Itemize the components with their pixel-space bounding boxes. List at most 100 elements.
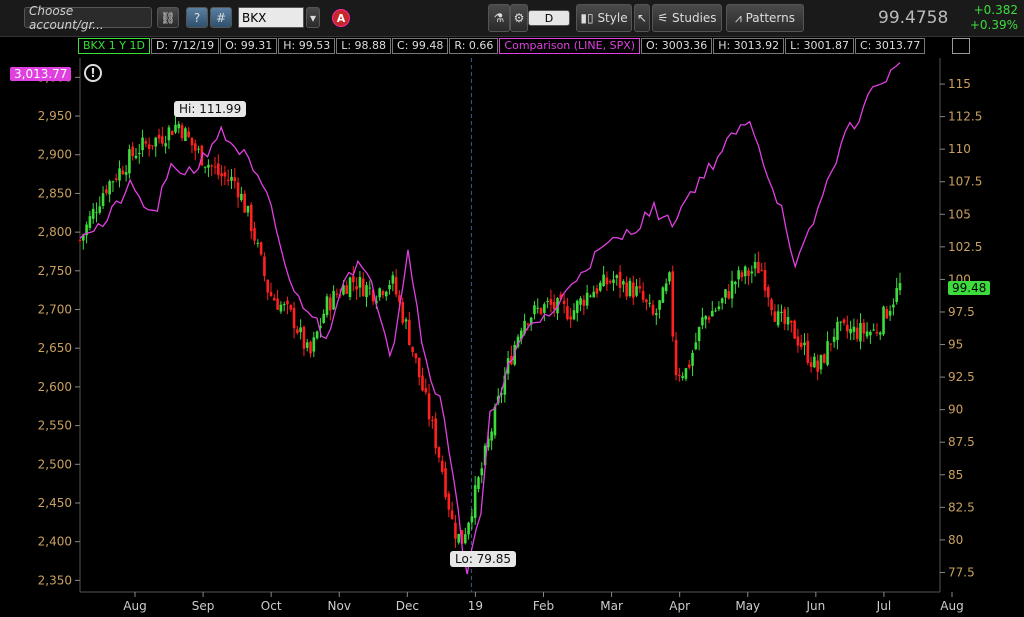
candle-body (664, 283, 668, 292)
x-tick-label: Apr (669, 599, 690, 613)
candle-body (276, 298, 279, 310)
x-tick-label: May (735, 599, 760, 613)
candle-body (790, 320, 793, 323)
candle-body (819, 355, 823, 370)
x-tick-label: Feb (533, 599, 554, 613)
candle-body (272, 298, 276, 301)
candle-body (378, 288, 381, 298)
candle-body (694, 342, 698, 350)
candle-body (480, 468, 484, 476)
candle-body (309, 341, 312, 354)
candle-body (539, 307, 543, 315)
candle-body (836, 321, 839, 340)
candle-body (361, 278, 365, 297)
candle-body (444, 468, 447, 498)
candle-body (878, 332, 882, 335)
candle-body (648, 302, 652, 304)
candle-body (253, 228, 256, 241)
candle-body (259, 242, 263, 255)
candle-body (124, 172, 128, 175)
x-tick-label: Sep (192, 599, 215, 613)
candle-body (95, 212, 98, 214)
candle-body (91, 208, 95, 219)
candle-body (602, 274, 605, 287)
candle-body (240, 193, 243, 201)
candle-body (855, 327, 859, 340)
candle-body (671, 271, 675, 337)
candle-body (128, 149, 131, 174)
candle-body (296, 329, 299, 334)
candle-body (137, 152, 141, 154)
x-tick-label: Jun (805, 599, 825, 613)
left-tick-label: 2,450 (38, 496, 72, 510)
candle-body (552, 301, 556, 310)
candle-body (434, 418, 437, 449)
candle-body (108, 181, 111, 195)
candle-body (141, 137, 144, 151)
x-tick-label: Jul (876, 599, 891, 613)
candle-body (618, 271, 622, 288)
candle-body (707, 317, 711, 320)
candle-body (105, 189, 108, 194)
right-tick-label: 110 (948, 142, 971, 156)
candle-body (236, 182, 240, 198)
candle-body (773, 311, 777, 322)
candle-body (121, 170, 125, 175)
candle-body (734, 281, 737, 285)
candle-body (358, 277, 362, 288)
candle-body (826, 341, 829, 365)
candle-body (796, 336, 800, 346)
candle-body (585, 292, 589, 306)
candle-body (895, 287, 899, 302)
right-tick-label: 112.5 (948, 110, 982, 124)
candle-body (803, 342, 806, 346)
candle-body (549, 299, 553, 305)
x-tick-label: 19 (468, 599, 483, 613)
candle-body (217, 163, 220, 175)
candle-body (740, 272, 744, 278)
candle-body (282, 304, 286, 306)
candle-body (806, 340, 810, 363)
x-tick-label: Aug (123, 599, 146, 613)
candle-body (786, 317, 790, 325)
candle-body (467, 522, 470, 535)
left-tick-label: 2,800 (38, 225, 72, 239)
candle-body (263, 256, 266, 277)
candle-body (384, 291, 388, 297)
left-tick-label: 2,650 (38, 341, 72, 355)
right-tick-label: 82.5 (948, 500, 975, 514)
candle-body (207, 164, 210, 168)
candle-body (595, 288, 599, 294)
price-chart[interactable]: 115112.5110107.5105102.510097.59592.5908… (0, 0, 1024, 617)
candle-body (197, 148, 200, 150)
candle-body (454, 522, 457, 539)
right-tick-label: 115 (948, 77, 971, 91)
candle-body (793, 320, 796, 339)
candle-body (658, 300, 661, 310)
candle-body (213, 166, 217, 168)
candle-body (572, 310, 576, 320)
right-tick-label: 102.5 (948, 240, 982, 254)
candle-body (714, 310, 717, 312)
warning-icon[interactable]: ! (84, 64, 102, 82)
comparison-price-tag: 3,013.77 (10, 67, 72, 81)
candle-body (292, 307, 296, 329)
candle-body (599, 282, 602, 291)
candle-body (681, 376, 684, 378)
candle-body (177, 124, 181, 129)
candle-body (628, 280, 632, 297)
x-tick-label: Oct (261, 599, 282, 613)
right-tick-label: 92.5 (948, 370, 975, 384)
candle-body (450, 510, 454, 519)
candle-body (243, 193, 246, 213)
candle-body (849, 328, 852, 334)
candle-body (543, 304, 546, 313)
candle-body (753, 261, 757, 269)
candle-body (872, 329, 875, 331)
right-tick-label: 97.5 (948, 305, 975, 319)
candle-body (592, 291, 596, 298)
candle-body (687, 364, 691, 368)
candle-body (625, 282, 628, 297)
candle-body (575, 300, 579, 313)
candle-body (852, 326, 856, 332)
